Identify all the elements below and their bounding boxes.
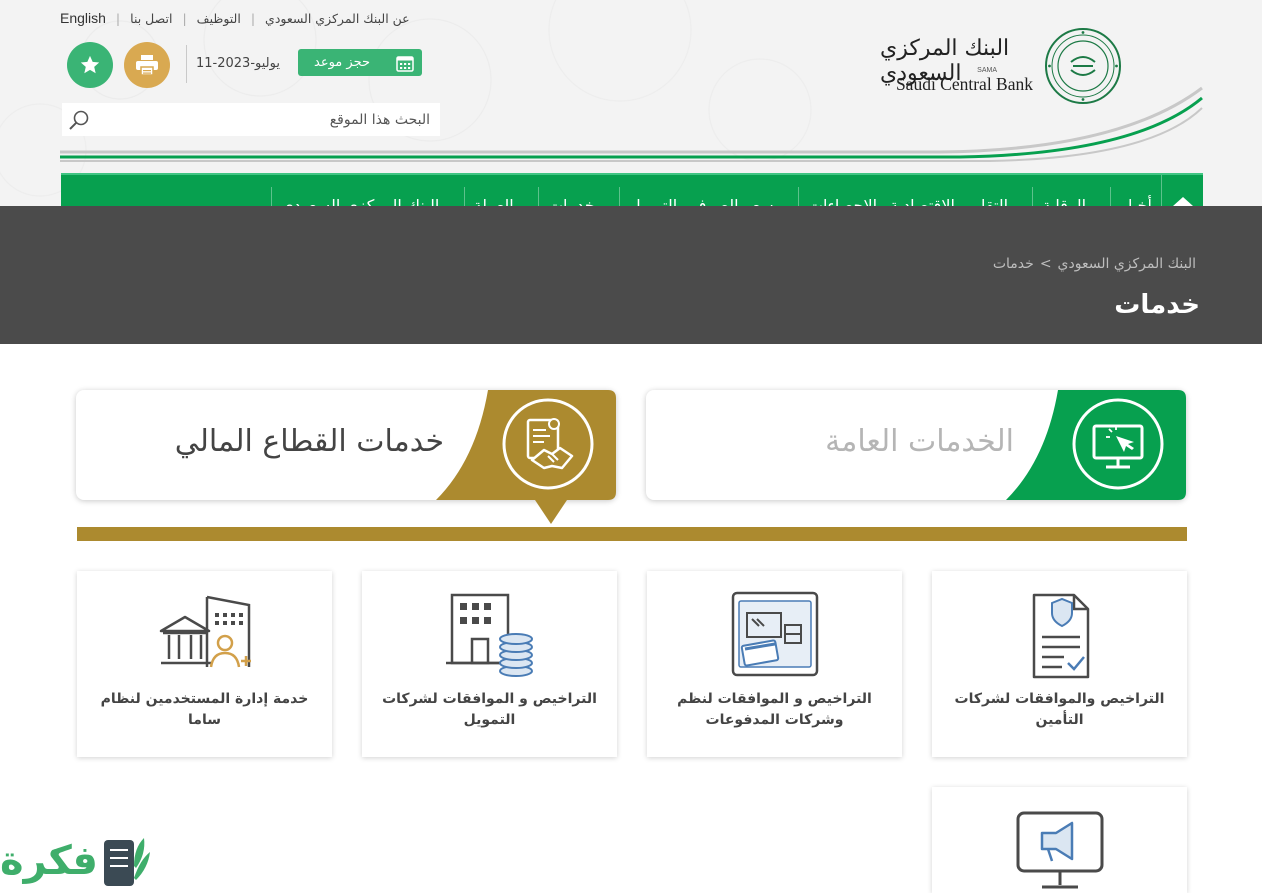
page-banner: البنك المركزي السعودي > خدمات خدمات [0, 206, 1262, 344]
service-card-finance[interactable]: التراخيص و الموافقات لشركات التمويل [362, 571, 617, 757]
section-divider-bar [77, 527, 1187, 541]
bank-user-management-icon [159, 595, 251, 668]
service-card-payments[interactable]: التراخيص و الموافقات لنظم وشركات المدفوع… [647, 571, 902, 757]
header-divider [186, 45, 187, 83]
sama-logo[interactable]: البنك المركزي السعودي SAMA Saudi Central… [880, 26, 1125, 106]
book-appointment-label: حجز موعد [314, 55, 370, 70]
printer-icon [136, 55, 158, 76]
search-input[interactable] [110, 111, 430, 128]
star-icon [80, 55, 100, 74]
about-link[interactable]: عن البنك المركزي السعودي [265, 11, 410, 26]
service-card-announcements[interactable] [932, 787, 1187, 893]
service-card-label: التراخيص و الموافقات لنظم وشركات المدفوع… [677, 691, 872, 728]
finance-building-coins-icon [445, 593, 533, 677]
computer-click-icon [1072, 398, 1164, 490]
current-date: 11-يوليو-2023 [196, 56, 280, 71]
contact-link[interactable]: اتصل بنا [130, 11, 172, 26]
service-card-label: خدمة إدارة المستخدمين لنظام ساما [100, 691, 309, 728]
sama-seal-icon [1045, 28, 1121, 104]
print-button[interactable] [124, 42, 170, 88]
financial-sector-title: خدمات القطاع المالي [174, 424, 444, 459]
service-card-insurance[interactable]: التراخيص والموافقات لشركات التأمين [932, 571, 1187, 757]
page-title: خدمات [1114, 290, 1200, 320]
logo-sama-abbr: SAMA [977, 67, 997, 74]
careers-link[interactable]: التوظيف [197, 11, 241, 26]
site-watermark: فكرة [0, 828, 160, 893]
top-links-bar: English | اتصل بنا | التوظيف | عن البنك … [60, 10, 410, 26]
announcement-monitor-icon [1016, 811, 1103, 889]
general-services-tab[interactable]: الخدمات العامة [646, 390, 1186, 500]
book-leaf-icon [104, 838, 150, 886]
service-card-user-management[interactable]: خدمة إدارة المستخدمين لنظام ساما [77, 571, 332, 757]
breadcrumb-separator: > [1039, 256, 1052, 272]
language-switch-link[interactable]: English [60, 10, 106, 26]
general-services-title: الخدمات العامة [825, 424, 1014, 459]
book-appointment-button[interactable]: حجز موعد [298, 49, 422, 76]
service-card-label: التراخيص والموافقات لشركات التأمين [954, 691, 1165, 728]
financial-sector-tab[interactable]: خدمات القطاع المالي [76, 390, 616, 500]
watermark-text: فكرة [0, 838, 100, 884]
breadcrumb: البنك المركزي السعودي > خدمات [993, 256, 1196, 272]
handshake-contract-icon [502, 398, 594, 490]
site-search [62, 103, 440, 136]
breadcrumb-root-link[interactable]: البنك المركزي السعودي [1058, 256, 1196, 272]
payment-terminal-icon [731, 591, 818, 677]
service-card-label: التراخيص و الموافقات لشركات التمويل [382, 691, 597, 728]
favorite-button[interactable] [67, 42, 113, 88]
active-tab-pointer [535, 500, 567, 524]
search-icon[interactable] [68, 109, 90, 131]
breadcrumb-current: خدمات [992, 256, 1034, 272]
insurance-document-icon [1032, 593, 1089, 679]
logo-english-name: Saudi Central Bank [895, 74, 1033, 94]
calendar-icon [396, 55, 414, 72]
